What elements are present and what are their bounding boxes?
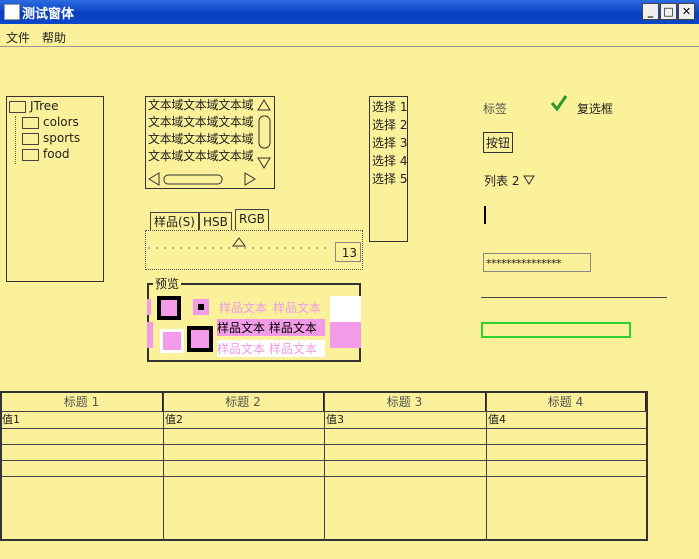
tab-label: HSB: [203, 215, 228, 229]
tree-node-label: colors: [43, 115, 79, 129]
text-area-line[interactable]: 文本域文本域文本域: [148, 148, 254, 165]
tree-node-sports[interactable]: sports: [22, 130, 80, 146]
check-icon: [550, 95, 568, 112]
minimize-button[interactable]: _: [642, 3, 659, 20]
horizontal-scrollbar[interactable]: [147, 172, 257, 187]
tree-node-label: food: [43, 147, 70, 161]
table-divider: [163, 393, 164, 541]
table-header[interactable]: 标题 1: [1, 393, 163, 411]
combo-box[interactable]: 列表 2: [484, 172, 536, 189]
table-header[interactable]: 标题 3: [324, 393, 486, 411]
table-cell[interactable]: 值1: [2, 412, 20, 428]
table-header[interactable]: 标题 2: [163, 393, 324, 411]
sample-text: 样品文本: [268, 321, 317, 335]
table-header[interactable]: 标题 4: [486, 393, 646, 411]
folder-icon: [22, 132, 39, 145]
preview-edge: [147, 322, 153, 348]
preview-swatch: [193, 299, 209, 315]
title-bar: 测试窗体 _ □ ✕: [0, 0, 699, 24]
maximize-button[interactable]: □: [660, 3, 677, 20]
separator: [481, 297, 667, 298]
button[interactable]: 按钮: [483, 132, 514, 153]
preview-fill-white: [330, 296, 361, 322]
slider-ticks: [148, 237, 328, 249]
menu-bar: 文件 帮助: [0, 24, 699, 47]
preview-swatch: [157, 296, 181, 320]
table-cell[interactable]: 值3: [326, 412, 344, 428]
table-divider: [324, 393, 325, 541]
sample-text-highlight: 样品文本 样品文本: [217, 319, 325, 336]
table-divider: [486, 393, 487, 541]
window-title: 测试窗体: [22, 7, 75, 22]
text-field-caret[interactable]: [484, 206, 486, 224]
sample-text: 样品文本: [217, 342, 266, 356]
sample-text-white: 样品文本 样品文本: [217, 340, 325, 357]
scrollbar-arrows: [257, 99, 271, 169]
list-item[interactable]: 选择 4: [372, 152, 407, 170]
checkbox[interactable]: [550, 94, 568, 115]
tree-root[interactable]: JTree: [9, 99, 59, 113]
scrollbar-arrows: [148, 172, 256, 186]
folder-icon: [22, 148, 39, 161]
menu-help[interactable]: 帮助: [42, 29, 66, 46]
password-field[interactable]: ***************: [483, 253, 591, 272]
sample-text-pink: 样品文本: [273, 301, 322, 315]
tree-root-label: JTree: [30, 99, 59, 113]
combo-value: 列表 2: [484, 174, 520, 188]
text-area-line[interactable]: 文本域文本域文本域: [148, 131, 254, 148]
tree-node-colors[interactable]: colors: [22, 114, 79, 130]
preview-edge: [147, 299, 151, 315]
tab-label: RGB: [239, 212, 265, 226]
progress-bar: [481, 322, 631, 338]
tree-node-food[interactable]: food: [22, 146, 70, 162]
folder-icon: [9, 100, 26, 113]
preview-swatch: [160, 329, 184, 353]
table-cell[interactable]: 值2: [165, 412, 183, 428]
table-cell[interactable]: 值4: [488, 412, 506, 428]
tree-node-label: sports: [43, 131, 81, 145]
tree-connector: [15, 116, 17, 164]
tab-hsb[interactable]: HSB: [199, 212, 232, 230]
text-area-line[interactable]: 文本域文本域文本域: [148, 97, 254, 114]
tab-label: 样品(S): [154, 215, 195, 229]
folder-icon: [22, 116, 39, 129]
close-button[interactable]: ✕: [678, 3, 695, 20]
tab-swatches[interactable]: 样品(S): [150, 212, 199, 230]
color-slider[interactable]: [148, 236, 330, 256]
sample-text: 样品文本: [217, 321, 266, 335]
preview-swatch: [187, 326, 213, 352]
list-item[interactable]: 选择 1: [372, 98, 407, 116]
list-item[interactable]: 选择 2: [372, 116, 407, 134]
color-spinner[interactable]: 13: [335, 242, 361, 262]
list-item[interactable]: 选择 3: [372, 134, 407, 152]
list-item[interactable]: 选择 5: [372, 170, 407, 188]
text-area-line[interactable]: 文本域文本域文本域: [148, 114, 254, 131]
sample-text-pink: 样品文本: [219, 301, 268, 315]
label: 标签: [483, 102, 508, 116]
menu-file[interactable]: 文件: [6, 29, 30, 46]
tab-rgb[interactable]: RGB: [235, 209, 269, 230]
vertical-scrollbar[interactable]: [257, 98, 272, 172]
sample-text: 样品文本: [268, 342, 317, 356]
preview-title: 预览: [153, 275, 182, 292]
chevron-down-icon: [523, 175, 536, 185]
app-icon: [4, 4, 20, 20]
preview-fill-pink: [330, 322, 361, 348]
checkbox-label: 复选框: [577, 102, 614, 116]
